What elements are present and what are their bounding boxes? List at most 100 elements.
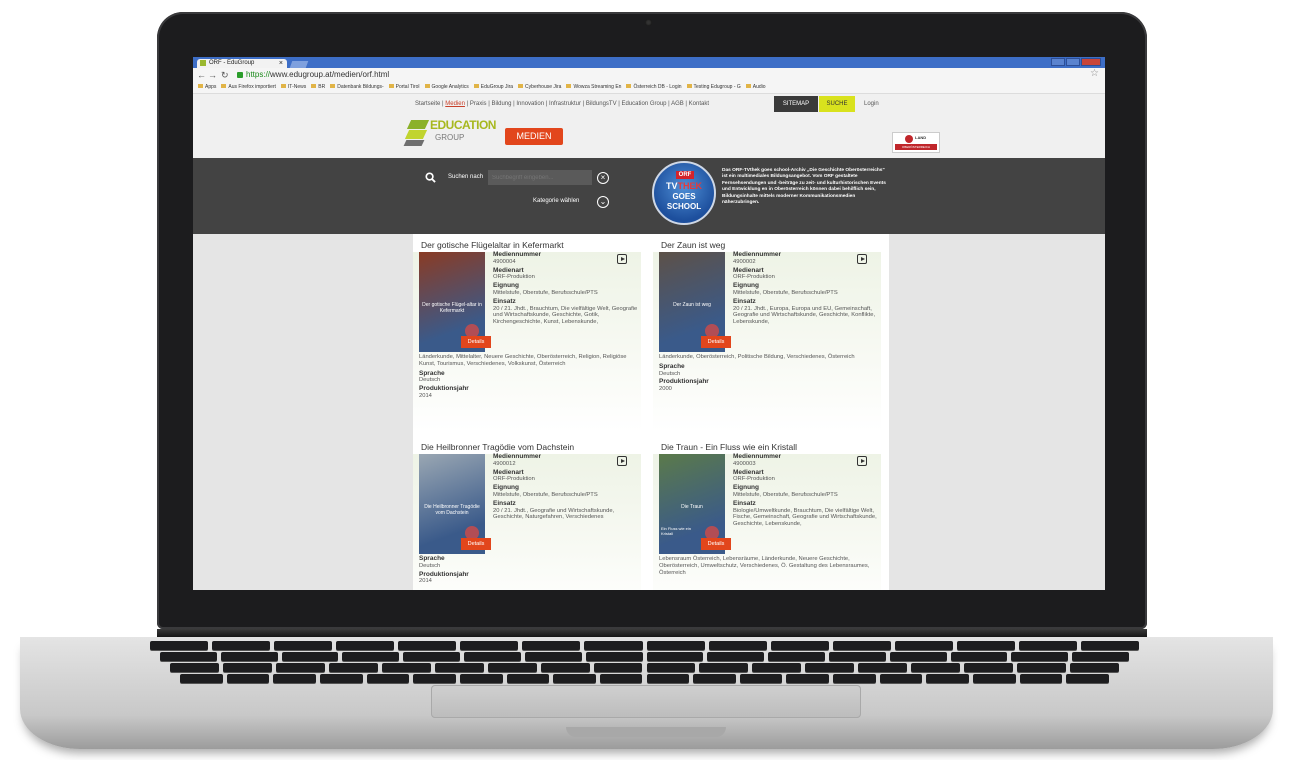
land-oberoesterreich-logo[interactable]: LAND OBERÖSTERREICH xyxy=(892,132,940,153)
nav-link[interactable]: Praxis xyxy=(470,101,487,107)
bookmark-item[interactable]: Testing Edugroup - G xyxy=(686,82,741,93)
orf-tvthek-goes-school-logo[interactable]: ORF TVTHEK GOES SCHOOL xyxy=(652,161,716,225)
keyboard-key xyxy=(858,663,908,672)
bookmark-label: Österreich DB - Login xyxy=(633,84,682,90)
keyboard-key xyxy=(522,641,581,650)
bookmark-item[interactable]: BR xyxy=(311,82,325,93)
card-body: Die Traun Ein Fluss wie ein Kristall Detai… xyxy=(653,453,881,590)
land-name: LAND xyxy=(915,135,927,140)
webcam xyxy=(645,19,652,26)
school-label: SCHOOL xyxy=(666,202,702,211)
folder-icon xyxy=(566,84,572,88)
meta-field: Produktionsjahr 2014 xyxy=(419,570,639,586)
einsatz-continued: Länderkunde, Mittelalter, Neuere Geschic… xyxy=(419,354,627,367)
media-meta: Mediennummer 4900012 Medienart ORF-Produkti… xyxy=(493,453,639,523)
meta-field: Medienart ORF-Produktion xyxy=(493,267,639,282)
bookmark-item[interactable]: Google Analytics xyxy=(424,82,469,93)
clear-search-icon[interactable]: × xyxy=(597,172,609,184)
keyboard-key xyxy=(1072,652,1129,661)
back-arrow-icon[interactable]: ← xyxy=(197,69,206,81)
keyboard-key xyxy=(434,663,484,672)
card-body: Die Heilbronner Tragödie vom Dachstein De… xyxy=(413,453,641,590)
forward-arrow-icon[interactable]: → xyxy=(208,69,217,81)
login-link[interactable]: Login xyxy=(864,101,879,107)
reload-icon[interactable]: ↻ xyxy=(221,69,229,81)
nav-link[interactable]: Medien xyxy=(445,101,465,107)
minimize-button[interactable] xyxy=(1051,58,1065,66)
folder-icon xyxy=(686,84,692,88)
bookmark-item[interactable]: IT-News xyxy=(280,82,306,93)
chevron-down-icon[interactable]: ⌄ xyxy=(597,196,609,208)
bookmark-item[interactable]: Wowza Streaming En xyxy=(566,82,621,93)
media-card: Der Zaun ist weg Der Zaun ist weg Details M… xyxy=(653,234,883,432)
nav-link[interactable]: Startseite xyxy=(415,101,440,107)
meta-label: Sprache xyxy=(659,362,685,370)
keyboard-key xyxy=(336,641,395,650)
keyboard-key xyxy=(1080,641,1139,650)
new-tab-button[interactable] xyxy=(289,61,309,68)
bookmark-label: Audio xyxy=(752,84,766,90)
media-thumbnail[interactable]: Die Traun Ein Fluss wie ein Kristall Detai… xyxy=(659,454,731,554)
meta-field: Sprache Deutsch xyxy=(659,362,879,378)
category-label[interactable]: Kategorie wählen xyxy=(533,198,579,204)
keyboard-key xyxy=(593,663,643,672)
meta-field: Eignung Mittelstufe, Oberstufe, Berufssch… xyxy=(493,484,639,499)
suche-button[interactable]: SUCHE xyxy=(819,96,855,112)
keyboard-key xyxy=(926,674,970,683)
bookmark-item[interactable]: Österreich DB - Login xyxy=(626,82,682,93)
nav-link[interactable]: Infrastruktur xyxy=(549,101,581,107)
keyboard-key xyxy=(328,663,378,672)
nav-link[interactable]: BildungsTV xyxy=(586,101,617,107)
card-title[interactable]: Die Heilbronner Tragödie vom Dachstein xyxy=(421,442,643,452)
meta-label: Produktionsjahr xyxy=(419,570,469,578)
browser-tab[interactable]: ORF - EduGroup × xyxy=(197,59,287,68)
bookmark-item[interactable]: Datenbank Bildungs- xyxy=(330,82,384,93)
goes-label: GOES xyxy=(672,192,696,201)
education-group-logo[interactable]: EDUCATION GROUP xyxy=(403,116,501,148)
nav-link[interactable]: Bildung xyxy=(491,101,511,107)
meta-label: Medienart xyxy=(733,266,764,274)
favicon-icon xyxy=(200,60,206,66)
nav-link[interactable]: AGB xyxy=(671,101,684,107)
keyboard-key xyxy=(1011,652,1069,661)
media-thumbnail[interactable]: Die Heilbronner Tragödie vom Dachstein De… xyxy=(419,454,491,554)
media-thumbnail[interactable]: Der gotische Flügel-altar in Kefermarkt D… xyxy=(419,252,491,352)
bookmark-label: Apps xyxy=(205,84,217,90)
meta-label: Mediennummer xyxy=(493,453,542,460)
sitemap-button[interactable]: SITEMAP xyxy=(774,96,818,112)
nav-link[interactable]: Innovation xyxy=(516,101,544,107)
card-title[interactable]: Die Traun - Ein Fluss wie ein Kristall xyxy=(661,442,883,452)
details-button[interactable]: Details xyxy=(461,538,491,550)
details-button[interactable]: Details xyxy=(701,336,731,348)
bookmark-item[interactable]: Cyberhouse Jira xyxy=(518,82,561,93)
details-button[interactable]: Details xyxy=(701,538,731,550)
bookmark-item[interactable]: Audio xyxy=(745,82,766,93)
card-title[interactable]: Der Zaun ist weg xyxy=(661,240,883,250)
nav-link[interactable]: Education Group xyxy=(621,101,666,107)
details-button[interactable]: Details xyxy=(461,336,491,348)
bookmark-item[interactable]: Aus Firefox importiert xyxy=(221,82,276,93)
media-thumbnail[interactable]: Der Zaun ist weg Details xyxy=(659,252,731,352)
keyboard-key xyxy=(160,652,217,661)
meta-label: Eignung xyxy=(493,484,519,492)
bookmark-item[interactable]: Portal Tirol xyxy=(388,82,420,93)
media-meta: Mediennummer 4900002 Medienart ORF-Produkti… xyxy=(733,251,879,328)
bookmark-item[interactable]: EduGroup Jira xyxy=(473,82,513,93)
tab-close-icon[interactable]: × xyxy=(279,59,283,68)
bookmark-item[interactable]: Apps xyxy=(198,82,216,93)
keyboard-key xyxy=(646,652,704,661)
keyboard-key xyxy=(274,641,333,650)
bookmark-star-icon[interactable]: ☆ xyxy=(1090,68,1099,79)
keyboard-key xyxy=(964,663,1014,672)
close-window-button[interactable] xyxy=(1081,58,1101,66)
meta-value: 4900002 xyxy=(733,258,756,265)
search-input[interactable] xyxy=(488,170,592,185)
einsatz-continued: Lebensraum Österreich, Lebensräume, Länd… xyxy=(659,556,870,576)
meta-field: Produktionsjahr 2000 xyxy=(659,379,879,393)
maximize-button[interactable] xyxy=(1066,58,1080,66)
folder-icon xyxy=(518,84,524,88)
url-rest: www.edugroup.at/medien/orf.html xyxy=(270,70,390,79)
url-field[interactable]: https://www.edugroup.at/medien/orf.html xyxy=(237,70,1087,80)
nav-link[interactable]: Kontakt xyxy=(689,101,709,107)
card-title[interactable]: Der gotische Flügelaltar in Kefermarkt xyxy=(421,240,643,250)
